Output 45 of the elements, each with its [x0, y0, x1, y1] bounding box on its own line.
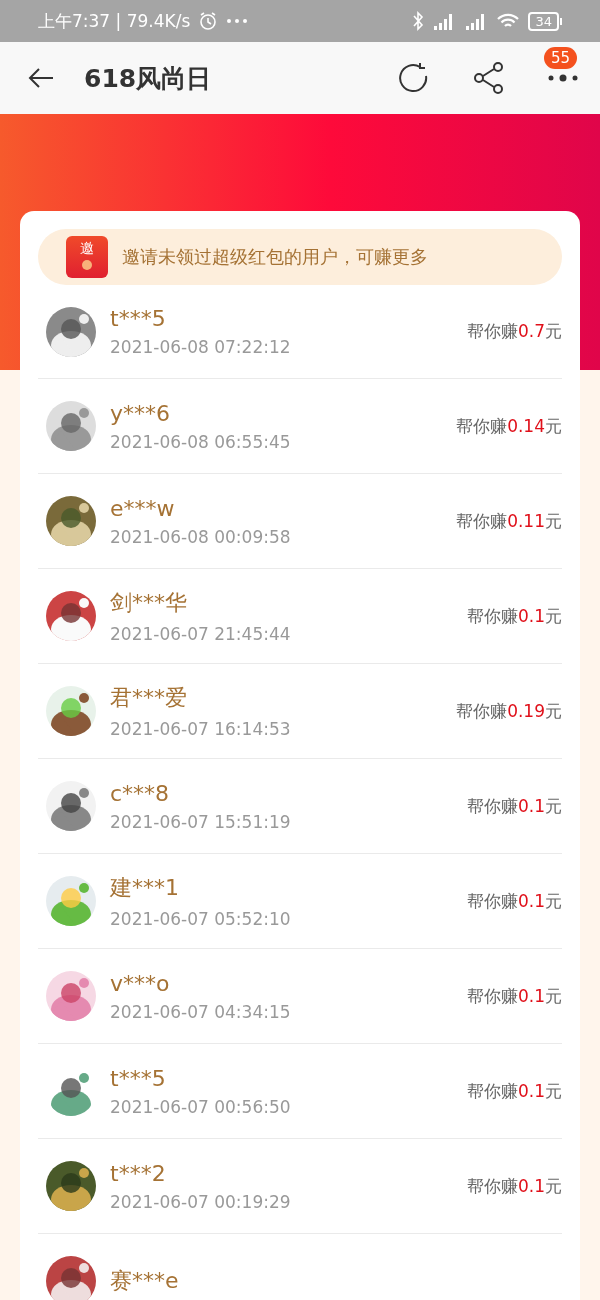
earning-text: 帮你赚0.1元 [466, 1079, 562, 1103]
envelope-icon: 邀 [66, 236, 108, 278]
earning-text: 帮你赚0.7元 [466, 320, 562, 343]
timestamp: 2021-06-08 00:09:58 [110, 526, 292, 547]
timestamp: 2021-06-07 15:51:19 [110, 811, 292, 832]
earning-text: 帮你赚0.1元 [466, 1174, 562, 1198]
share-icon[interactable] [474, 62, 504, 94]
user-name: c***8 [110, 780, 171, 806]
earning-text: 帮你赚0.11元 [456, 509, 562, 533]
earning-text: 帮你赚0.1元 [466, 984, 562, 1008]
earning-text: 帮你赚0.1元 [466, 889, 562, 913]
earning-text: 帮你赚0.1元 [466, 604, 562, 628]
timestamp: 2021-06-07 05:52:10 [110, 909, 292, 929]
timestamp: 2021-06-07 00:19:29 [110, 1191, 292, 1212]
timestamp: 2021-06-07 00:56:50 [110, 1096, 292, 1117]
more-dots-icon [226, 18, 249, 24]
invite-banner[interactable]: 邀 邀请未领过超级红包的用户，可赚更多 [38, 229, 562, 285]
status-time: 上午7:37 | 79.4K/s [38, 9, 191, 33]
user-name: 赛***e [110, 1267, 180, 1295]
earning-text: 帮你赚0.1元 [466, 794, 562, 818]
timestamp: 2021-06-07 04:34:15 [110, 1001, 292, 1022]
timestamp: 2021-06-07 21:45:44 [110, 624, 292, 644]
alarm-clock-icon [198, 11, 219, 31]
banner-text: 邀请未领过超级红包的用户，可赚更多 [122, 245, 428, 269]
battery-icon: 34 [528, 11, 562, 31]
notification-badge: 55 [544, 47, 578, 69]
user-name: t***5 [110, 306, 167, 331]
user-name: e***w [110, 495, 176, 521]
user-name: 君***爱 [110, 684, 188, 712]
user-name: t***2 [110, 1160, 167, 1186]
user-name: 剑***华 [110, 589, 188, 617]
refresh-icon[interactable] [398, 62, 430, 94]
back-arrow-icon[interactable] [28, 67, 54, 89]
page-title: 618风尚日 [84, 62, 213, 95]
timestamp: 2021-06-07 16:14:53 [110, 719, 292, 739]
user-name: v***o [110, 970, 171, 996]
more-icon[interactable] [548, 74, 578, 82]
user-name: 建***1 [110, 874, 180, 902]
user-name: t***5 [110, 1065, 167, 1091]
user-name: y***6 [110, 400, 172, 426]
earning-text: 帮你赚0.19元 [456, 699, 562, 723]
earning-text: 帮你赚0.14元 [456, 414, 562, 438]
timestamp: 2021-06-08 06:55:45 [110, 431, 292, 452]
bluetooth-icon [412, 11, 425, 31]
timestamp: 2021-06-08 07:22:12 [110, 337, 292, 357]
